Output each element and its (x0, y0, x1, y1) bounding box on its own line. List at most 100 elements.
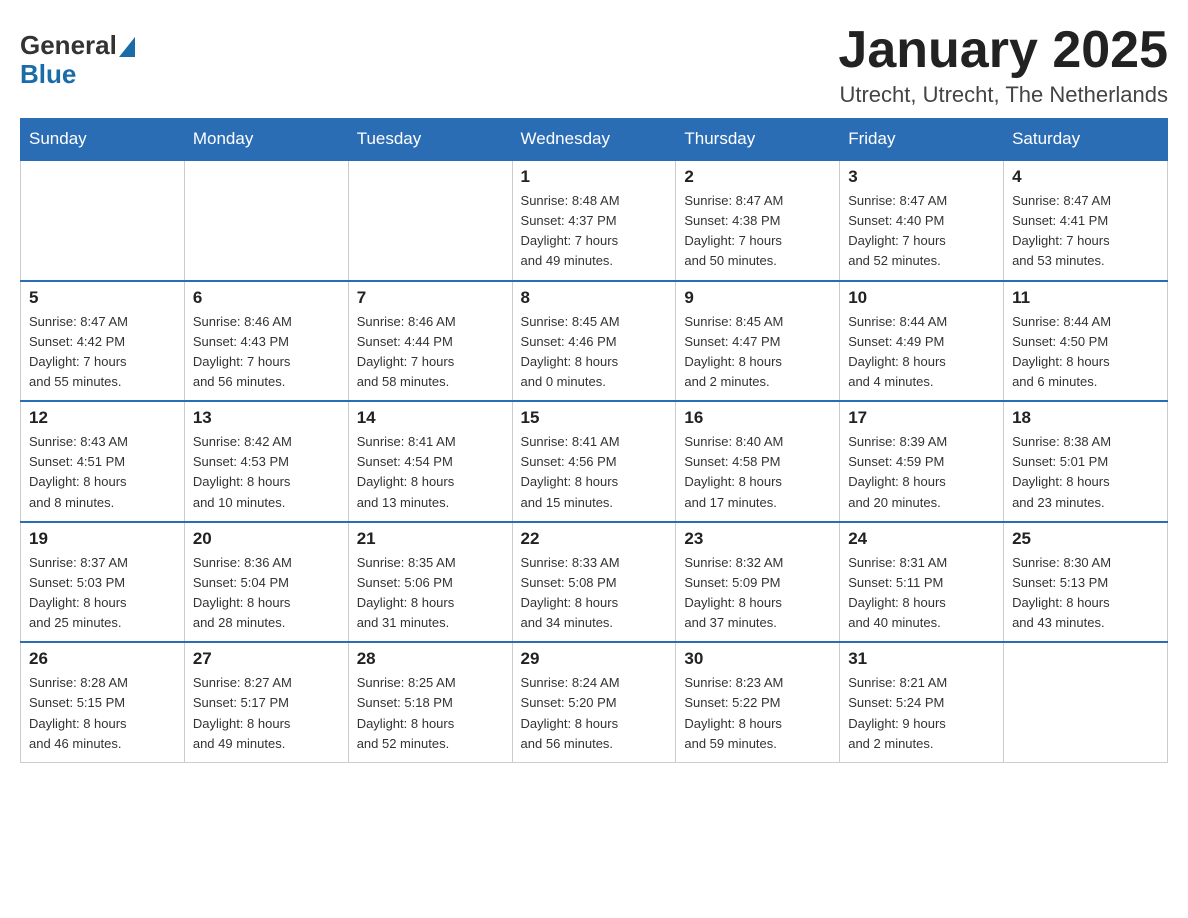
column-header-saturday: Saturday (1004, 119, 1168, 161)
calendar-cell: 19Sunrise: 8:37 AM Sunset: 5:03 PM Dayli… (21, 522, 185, 643)
day-number: 25 (1012, 529, 1159, 549)
day-info: Sunrise: 8:36 AM Sunset: 5:04 PM Dayligh… (193, 553, 340, 634)
day-info: Sunrise: 8:31 AM Sunset: 5:11 PM Dayligh… (848, 553, 995, 634)
day-number: 15 (521, 408, 668, 428)
day-info: Sunrise: 8:30 AM Sunset: 5:13 PM Dayligh… (1012, 553, 1159, 634)
day-number: 28 (357, 649, 504, 669)
week-row-1: 1 Sunrise: 8:48 AM Sunset: 4:37 PM Daylig… (21, 160, 1168, 281)
calendar-cell: 1 Sunrise: 8:48 AM Sunset: 4:37 PM Daylig… (512, 160, 676, 281)
calendar-cell: 5 Sunrise: 8:47 AM Sunset: 4:42 PM Daylig… (21, 281, 185, 402)
day-number: 10 (848, 288, 995, 308)
calendar-cell: 31 Sunrise: 8:21 AM Sunset: 5:24 PM Dayli… (840, 642, 1004, 762)
day-info: Sunrise: 8:23 AM Sunset: 5:22 PM Dayligh… (684, 673, 831, 754)
day-number: 16 (684, 408, 831, 428)
calendar-cell: 18 Sunrise: 8:38 AM Sunset: 5:01 PM Dayli… (1004, 401, 1168, 522)
day-info: Sunrise: 8:44 AM Sunset: 4:50 PM Dayligh… (1012, 312, 1159, 393)
day-info: Sunrise: 8:45 AM Sunset: 4:47 PM Dayligh… (684, 312, 831, 393)
day-info: Sunrise: 8:48 AM Sunset: 4:37 PM Dayligh… (521, 191, 668, 272)
calendar-cell: 21 Sunrise: 8:35 AM Sunset: 5:06 PM Dayli… (348, 522, 512, 643)
calendar-header-row: SundayMondayTuesdayWednesdayThursdayFrid… (21, 119, 1168, 161)
day-info: Sunrise: 8:41 AM Sunset: 4:56 PM Dayligh… (521, 432, 668, 513)
calendar-cell: 17Sunrise: 8:39 AM Sunset: 4:59 PM Dayli… (840, 401, 1004, 522)
title-section: January 2025 Utrecht, Utrecht, The Nethe… (838, 20, 1168, 108)
day-info: Sunrise: 8:38 AM Sunset: 5:01 PM Dayligh… (1012, 432, 1159, 513)
calendar-cell: 16 Sunrise: 8:40 AM Sunset: 4:58 PM Dayli… (676, 401, 840, 522)
day-number: 5 (29, 288, 176, 308)
calendar-cell: 7 Sunrise: 8:46 AM Sunset: 4:44 PM Daylig… (348, 281, 512, 402)
day-info: Sunrise: 8:32 AM Sunset: 5:09 PM Dayligh… (684, 553, 831, 634)
day-number: 11 (1012, 288, 1159, 308)
day-number: 8 (521, 288, 668, 308)
day-info: Sunrise: 8:28 AM Sunset: 5:15 PM Dayligh… (29, 673, 176, 754)
calendar-cell: 25 Sunrise: 8:30 AM Sunset: 5:13 PM Dayli… (1004, 522, 1168, 643)
week-row-5: 26 Sunrise: 8:28 AM Sunset: 5:15 PM Dayli… (21, 642, 1168, 762)
logo: General Blue (20, 30, 135, 90)
calendar-cell: 26 Sunrise: 8:28 AM Sunset: 5:15 PM Dayli… (21, 642, 185, 762)
column-header-friday: Friday (840, 119, 1004, 161)
day-number: 3 (848, 167, 995, 187)
calendar-cell: 30 Sunrise: 8:23 AM Sunset: 5:22 PM Dayli… (676, 642, 840, 762)
day-info: Sunrise: 8:33 AM Sunset: 5:08 PM Dayligh… (521, 553, 668, 634)
week-row-2: 5 Sunrise: 8:47 AM Sunset: 4:42 PM Daylig… (21, 281, 1168, 402)
day-info: Sunrise: 8:27 AM Sunset: 5:17 PM Dayligh… (193, 673, 340, 754)
week-row-4: 19Sunrise: 8:37 AM Sunset: 5:03 PM Dayli… (21, 522, 1168, 643)
day-info: Sunrise: 8:44 AM Sunset: 4:49 PM Dayligh… (848, 312, 995, 393)
calendar-cell: 15 Sunrise: 8:41 AM Sunset: 4:56 PM Dayli… (512, 401, 676, 522)
column-header-monday: Monday (184, 119, 348, 161)
calendar-cell: 4Sunrise: 8:47 AM Sunset: 4:41 PM Daylig… (1004, 160, 1168, 281)
day-number: 31 (848, 649, 995, 669)
column-header-sunday: Sunday (21, 119, 185, 161)
column-header-tuesday: Tuesday (348, 119, 512, 161)
day-number: 13 (193, 408, 340, 428)
calendar-cell: 22Sunrise: 8:33 AM Sunset: 5:08 PM Dayli… (512, 522, 676, 643)
month-title: January 2025 (838, 20, 1168, 80)
day-info: Sunrise: 8:45 AM Sunset: 4:46 PM Dayligh… (521, 312, 668, 393)
calendar-table: SundayMondayTuesdayWednesdayThursdayFrid… (20, 118, 1168, 763)
day-number: 4 (1012, 167, 1159, 187)
day-number: 7 (357, 288, 504, 308)
calendar-cell (184, 160, 348, 281)
day-number: 1 (521, 167, 668, 187)
day-info: Sunrise: 8:24 AM Sunset: 5:20 PM Dayligh… (521, 673, 668, 754)
calendar-cell: 24 Sunrise: 8:31 AM Sunset: 5:11 PM Dayli… (840, 522, 1004, 643)
day-info: Sunrise: 8:41 AM Sunset: 4:54 PM Dayligh… (357, 432, 504, 513)
day-number: 30 (684, 649, 831, 669)
calendar-cell: 11 Sunrise: 8:44 AM Sunset: 4:50 PM Dayli… (1004, 281, 1168, 402)
calendar-cell: 6Sunrise: 8:46 AM Sunset: 4:43 PM Daylig… (184, 281, 348, 402)
calendar-cell: 28Sunrise: 8:25 AM Sunset: 5:18 PM Dayli… (348, 642, 512, 762)
day-info: Sunrise: 8:47 AM Sunset: 4:42 PM Dayligh… (29, 312, 176, 393)
day-number: 9 (684, 288, 831, 308)
calendar-cell: 29 Sunrise: 8:24 AM Sunset: 5:20 PM Dayli… (512, 642, 676, 762)
week-row-3: 12Sunrise: 8:43 AM Sunset: 4:51 PM Dayli… (21, 401, 1168, 522)
day-info: Sunrise: 8:35 AM Sunset: 5:06 PM Dayligh… (357, 553, 504, 634)
day-number: 20 (193, 529, 340, 549)
day-info: Sunrise: 8:47 AM Sunset: 4:38 PM Dayligh… (684, 191, 831, 272)
day-info: Sunrise: 8:46 AM Sunset: 4:44 PM Dayligh… (357, 312, 504, 393)
day-number: 6 (193, 288, 340, 308)
day-info: Sunrise: 8:47 AM Sunset: 4:40 PM Dayligh… (848, 191, 995, 272)
day-info: Sunrise: 8:37 AM Sunset: 5:03 PM Dayligh… (29, 553, 176, 634)
day-info: Sunrise: 8:21 AM Sunset: 5:24 PM Dayligh… (848, 673, 995, 754)
calendar-cell (1004, 642, 1168, 762)
day-number: 18 (1012, 408, 1159, 428)
day-number: 29 (521, 649, 668, 669)
calendar-cell: 20 Sunrise: 8:36 AM Sunset: 5:04 PM Dayli… (184, 522, 348, 643)
day-number: 24 (848, 529, 995, 549)
day-number: 23 (684, 529, 831, 549)
day-info: Sunrise: 8:40 AM Sunset: 4:58 PM Dayligh… (684, 432, 831, 513)
column-header-thursday: Thursday (676, 119, 840, 161)
calendar-cell: 12Sunrise: 8:43 AM Sunset: 4:51 PM Dayli… (21, 401, 185, 522)
location-text: Utrecht, Utrecht, The Netherlands (838, 82, 1168, 108)
day-number: 2 (684, 167, 831, 187)
calendar-cell: 27Sunrise: 8:27 AM Sunset: 5:17 PM Dayli… (184, 642, 348, 762)
calendar-cell: 3 Sunrise: 8:47 AM Sunset: 4:40 PM Daylig… (840, 160, 1004, 281)
calendar-cell: 10 Sunrise: 8:44 AM Sunset: 4:49 PM Dayli… (840, 281, 1004, 402)
calendar-cell: 8 Sunrise: 8:45 AM Sunset: 4:46 PM Daylig… (512, 281, 676, 402)
day-number: 21 (357, 529, 504, 549)
calendar-cell: 23 Sunrise: 8:32 AM Sunset: 5:09 PM Dayli… (676, 522, 840, 643)
day-info: Sunrise: 8:42 AM Sunset: 4:53 PM Dayligh… (193, 432, 340, 513)
logo-general-text: General (20, 30, 117, 61)
day-number: 26 (29, 649, 176, 669)
calendar-cell: 13 Sunrise: 8:42 AM Sunset: 4:53 PM Dayli… (184, 401, 348, 522)
day-info: Sunrise: 8:43 AM Sunset: 4:51 PM Dayligh… (29, 432, 176, 513)
